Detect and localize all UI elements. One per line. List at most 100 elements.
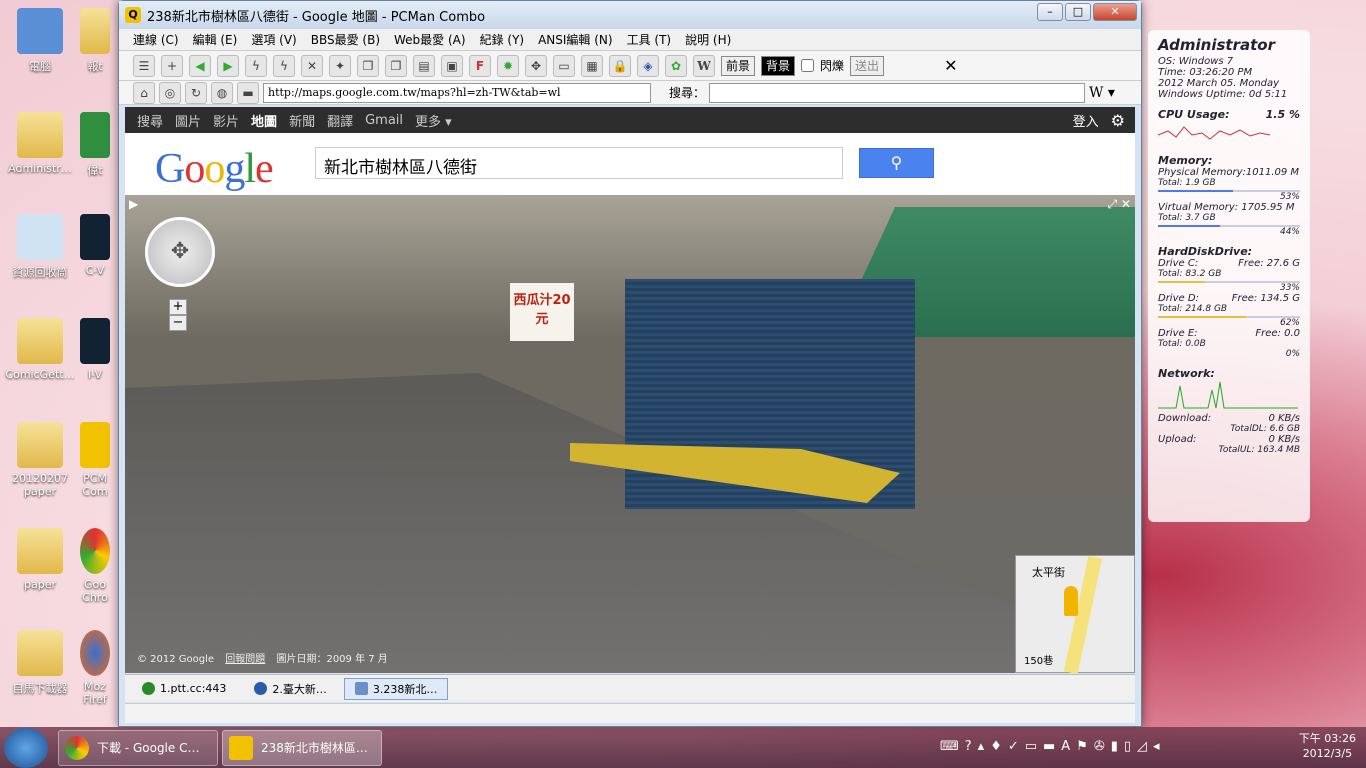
tab-ntu[interactable]: 2.臺大新… [243, 678, 338, 700]
nav-more[interactable]: 更多 ▾ [415, 111, 452, 130]
zoom-out-button[interactable]: − [169, 315, 187, 331]
copy-icon[interactable]: ❐ [357, 54, 379, 77]
refresh-icon[interactable]: ↻ [185, 81, 207, 104]
menu-help[interactable]: 說明 (H) [685, 31, 731, 48]
paste-icon[interactable]: ❐ [385, 54, 407, 77]
report-problem-link[interactable]: 回報問題 [225, 654, 265, 665]
web-page-icon [354, 682, 368, 695]
settings-gear-icon[interactable]: ✹ [497, 54, 519, 77]
nav-search[interactable]: 搜尋 [137, 111, 163, 130]
nav-videos[interactable]: 影片 [213, 111, 239, 130]
download-icon[interactable]: ▬ [237, 81, 259, 104]
menu-ansi-edit[interactable]: ANSI編輯 (N) [538, 31, 613, 48]
history-icon[interactable]: ◎ [159, 81, 181, 104]
clock[interactable]: 下午 03:26 2012/3/5 [1299, 731, 1356, 761]
nav-translate[interactable]: 翻譯 [327, 111, 353, 130]
start-button[interactable] [4, 727, 48, 768]
anti-idle-icon[interactable]: ▭ [553, 54, 575, 77]
home-icon[interactable]: ⌂ [133, 81, 155, 104]
title-bar[interactable]: Q 238新北市樹林區八德街 - Google 地圖 - PCMan Combo… [119, 1, 1141, 29]
foreground-color-button[interactable]: 前景 [721, 55, 756, 76]
maximize-button[interactable]: □ [1065, 3, 1091, 21]
wiki-search-icon[interactable]: W ▾ [1089, 85, 1115, 101]
toolbar-search-input[interactable] [709, 82, 1086, 103]
desktop-icon[interactable]: PCM Com [72, 422, 118, 498]
flower-icon[interactable]: ✿ [665, 54, 687, 77]
url-input[interactable]: http://maps.google.com.tw/maps?hl=zh-TW&… [263, 82, 651, 103]
blink-checkbox[interactable] [801, 59, 815, 72]
pcman-icon [229, 735, 253, 760]
taskbar-pcman[interactable]: 238新北市樹林區… [222, 729, 382, 766]
mascot-icon[interactable]: ◈ [637, 54, 659, 77]
sites-icon[interactable]: ☰ [133, 54, 155, 77]
menu-history[interactable]: 紀錄 (Y) [480, 31, 525, 48]
back-arrow-icon[interactable]: ◀ [189, 54, 211, 77]
nav-gmail[interactable]: Gmail [365, 113, 403, 128]
menu-connect[interactable]: 連線 (C) [133, 31, 179, 48]
close-button[interactable]: ✕ [1093, 3, 1137, 21]
google-logo[interactable]: Google [155, 145, 274, 193]
desktop-icon[interactable]: 偉t [72, 112, 118, 178]
drive-e: Drive E: Free: 0.0 [1158, 328, 1300, 339]
forward-arrow-icon[interactable]: ▶ [217, 54, 239, 77]
desktop-icon[interactable]: C-V [72, 214, 118, 277]
menu-tools[interactable]: 工具 (T) [627, 31, 672, 48]
tab-maps[interactable]: 3.238新北… [343, 677, 449, 700]
widget-date: 2012 March 05. Monday [1158, 78, 1280, 89]
desktop-icon[interactable]: 20120207 paper [0, 422, 80, 498]
desktop-icon[interactable]: Moz Firef [72, 630, 118, 706]
desktop-icon[interactable]: 自馬下載器 [0, 630, 80, 696]
minimize-button[interactable]: – [1037, 3, 1063, 21]
desktop-icon[interactable]: I-V [72, 318, 118, 381]
menu-options[interactable]: 選項 (V) [251, 31, 296, 48]
desktop-icon[interactable]: paper [0, 528, 80, 591]
preview-icon[interactable]: ▣ [441, 54, 463, 77]
pin-icon[interactable]: ✦ [329, 54, 351, 77]
system-tray-icons[interactable]: ⌨?▴♦✓▭▬A⚑✇▮▯◿◂ [940, 739, 1166, 754]
search-button[interactable]: ⚲ [859, 148, 934, 178]
search-icon: ⚲ [890, 153, 903, 172]
desktop-icon[interactable]: Administr… [0, 112, 80, 175]
excel-icon [80, 112, 110, 158]
menu-web-favorites[interactable]: Web最愛 (A) [394, 31, 466, 48]
qr-icon[interactable]: ▦ [581, 54, 603, 77]
fullscreen-close-icon[interactable]: ⤢ ✕ [1108, 197, 1131, 212]
menu-edit[interactable]: 編輯 (E) [193, 31, 238, 48]
desktop-icon[interactable]: 電腦 [0, 8, 80, 74]
paste-special-icon[interactable]: ▤ [413, 54, 435, 77]
street-view-panel[interactable]: 西瓜汁20元 ▶ ✥ + − ⤢ ✕ © 2012 Google 回報問題 圖片… [125, 195, 1135, 673]
reconnect-icon[interactable]: ϟ [273, 54, 295, 77]
maps-search-input[interactable]: 新北市樹林區八德街 [315, 147, 843, 179]
app-icon [80, 318, 110, 364]
nav-maps[interactable]: 地圖 [251, 111, 277, 130]
tab-ptt[interactable]: 1.ptt.cc:443 [131, 678, 237, 700]
disconnect-icon[interactable]: ϟ [245, 54, 267, 77]
background-color-button[interactable]: 背景 [761, 55, 796, 76]
login-link[interactable]: 登入 [1073, 111, 1099, 130]
pegman-icon[interactable] [1064, 586, 1078, 616]
wikipedia-icon[interactable]: W [693, 54, 715, 77]
expand-panel-icon[interactable]: ▶ [129, 197, 138, 211]
font-icon[interactable]: F [469, 54, 491, 77]
globe-icon[interactable]: ◍ [211, 81, 233, 104]
mini-map[interactable]: 太平街 150巷 [1015, 555, 1135, 673]
pan-control[interactable]: ✥ [145, 217, 215, 287]
new-connection-icon[interactable]: + [161, 54, 183, 77]
settings-gear-icon[interactable]: ⚙ [1111, 111, 1125, 130]
connection-tabs: 1.ptt.cc:443 2.臺大新… 3.238新北… [125, 674, 1135, 702]
close-tab-icon[interactable]: ✕ [301, 54, 323, 77]
desktop-icon[interactable]: Goo Chro [72, 528, 118, 604]
nav-news[interactable]: 新聞 [289, 111, 315, 130]
fullscreen-icon[interactable]: ✥ [525, 54, 547, 77]
desktop-icon[interactable]: ComicGett… [0, 318, 80, 381]
menu-bbs-favorites[interactable]: BBS最愛 (B) [311, 31, 380, 48]
zoom-in-button[interactable]: + [169, 299, 187, 315]
desktop-icon[interactable]: 報t [72, 8, 118, 74]
close-toolbar-icon[interactable]: ✕ [944, 56, 957, 75]
juice-stand-sign: 西瓜汁20元 [510, 283, 574, 341]
nav-images[interactable]: 圖片 [175, 111, 201, 130]
send-button[interactable]: 送出 [850, 55, 885, 76]
desktop-icon[interactable]: 資源回收筒 [0, 214, 80, 280]
taskbar-chrome[interactable]: 下載 - Google C… [58, 729, 218, 766]
lock-icon[interactable]: 🔒 [609, 54, 631, 77]
